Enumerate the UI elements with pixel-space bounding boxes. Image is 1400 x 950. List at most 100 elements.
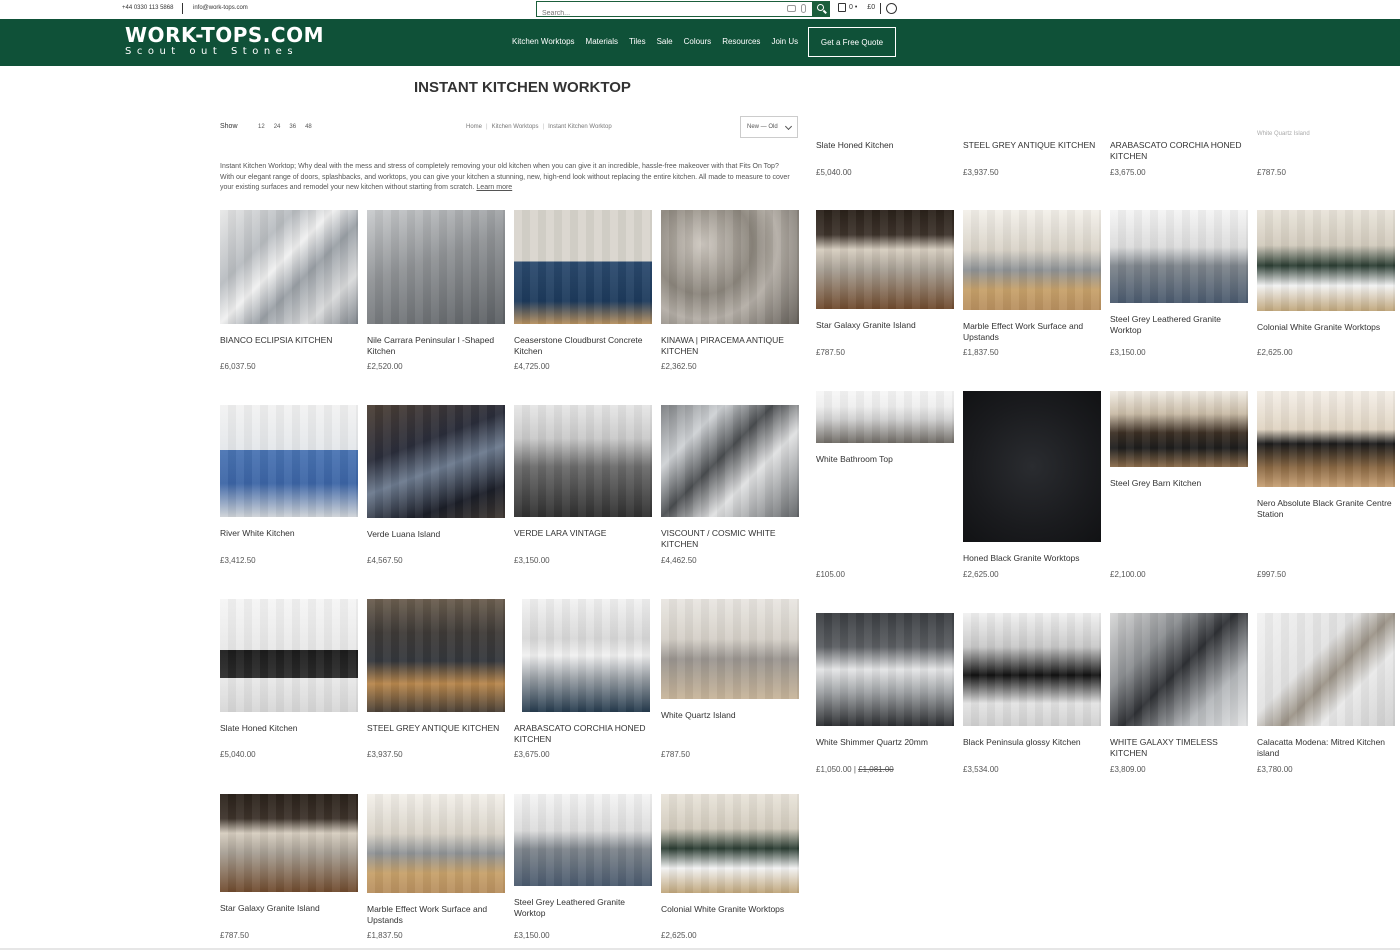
product-card[interactable]: Nile Carrara Peninsular l -Shaped Kitche…: [367, 210, 505, 371]
nav-join-us[interactable]: Join Us: [771, 37, 798, 46]
product-name[interactable]: Black Peninsula glossy Kitchen: [963, 737, 1101, 748]
product-name[interactable]: White Bathroom Top: [816, 454, 954, 465]
product-image[interactable]: [963, 613, 1101, 726]
product-image[interactable]: [661, 405, 799, 517]
product-name[interactable]: Slate Honed Kitchen: [220, 723, 358, 734]
product-image[interactable]: [514, 210, 652, 324]
email-link[interactable]: info@work-tops.com: [193, 5, 248, 11]
product-name[interactable]: STEEL GREY ANTIQUE KITCHEN: [963, 140, 1101, 151]
product-image[interactable]: [220, 599, 358, 712]
product-card[interactable]: KINAWA | PIRACEMA ANTIQUE KITCHEN £2,362…: [661, 210, 799, 371]
product-image[interactable]: [661, 794, 799, 893]
product-card[interactable]: Honed Black Granite Worktops £2,625.00: [963, 391, 1101, 579]
product-name[interactable]: Honed Black Granite Worktops: [963, 553, 1101, 564]
product-name[interactable]: Nero Absolute Black Granite Centre Stati…: [1257, 498, 1395, 520]
product-image[interactable]: [963, 210, 1101, 310]
product-image[interactable]: [661, 210, 799, 324]
product-card[interactable]: Star Galaxy Granite Island £787.50: [220, 794, 358, 940]
product-name[interactable]: White Quartz Island: [661, 710, 799, 721]
product-image[interactable]: [816, 210, 954, 309]
product-image[interactable]: [522, 599, 650, 712]
product-image[interactable]: [367, 794, 505, 893]
learn-more-link[interactable]: Learn more: [476, 184, 512, 191]
site-logo[interactable]: WORK-TOPS.COM Scout out Stones: [125, 23, 324, 57]
nav-sale[interactable]: Sale: [657, 37, 673, 46]
product-card[interactable]: Black Peninsula glossy Kitchen £3,534.00: [963, 613, 1101, 774]
product-image[interactable]: [963, 391, 1101, 542]
product-image[interactable]: [1110, 613, 1248, 726]
product-image[interactable]: [367, 599, 505, 712]
product-card[interactable]: River White Kitchen £3,412.50: [220, 405, 358, 565]
product-name[interactable]: White Quartz Island: [1257, 129, 1395, 140]
product-card[interactable]: Slate Honed Kitchen £5,040.00: [816, 129, 954, 177]
product-name[interactable]: BIANCO ECLIPSIA KITCHEN: [220, 335, 358, 346]
product-card[interactable]: BIANCO ECLIPSIA KITCHEN £6,037.50: [220, 210, 358, 371]
page-size-36[interactable]: 36: [289, 124, 296, 130]
nav-tiles[interactable]: Tiles: [629, 37, 646, 46]
product-card[interactable]: White Quartz Island £787.50: [661, 599, 799, 759]
product-image[interactable]: [514, 405, 652, 517]
product-card[interactable]: White Quartz Island £787.50: [1257, 118, 1395, 177]
product-name[interactable]: Marble Effect Work Surface and Upstands: [367, 904, 505, 926]
nav-materials[interactable]: Materials: [586, 37, 618, 46]
camera-icon[interactable]: [787, 5, 796, 12]
product-image[interactable]: [220, 794, 358, 892]
product-name[interactable]: Slate Honed Kitchen: [816, 140, 954, 151]
product-image[interactable]: [816, 613, 954, 726]
product-name[interactable]: ARABASCATO CORCHIA HONED KITCHEN: [514, 723, 652, 745]
product-image[interactable]: [220, 210, 358, 324]
product-name[interactable]: Calacatta Modena: Mitred Kitchen island: [1257, 737, 1395, 759]
product-name[interactable]: KINAWA | PIRACEMA ANTIQUE KITCHEN: [661, 335, 799, 357]
product-card[interactable]: VERDE LARA VINTAGE £3,150.00: [514, 405, 652, 565]
nav-colours[interactable]: Colours: [684, 37, 712, 46]
product-image[interactable]: [1257, 210, 1395, 311]
product-name[interactable]: STEEL GREY ANTIQUE KITCHEN: [367, 723, 505, 734]
page-size-24[interactable]: 24: [274, 124, 281, 130]
product-name[interactable]: Star Galaxy Granite Island: [220, 903, 358, 914]
product-card[interactable]: STEEL GREY ANTIQUE KITCHEN £3,937.50: [963, 129, 1101, 177]
product-card[interactable]: Steel Grey Barn Kitchen £2,100.00: [1110, 391, 1248, 579]
product-image[interactable]: [1110, 391, 1248, 467]
page-size-12[interactable]: 12: [258, 124, 265, 130]
cart-button[interactable]: 0 • £0: [838, 3, 875, 12]
product-image[interactable]: [514, 794, 652, 886]
product-name[interactable]: Colonial White Granite Worktops: [661, 904, 799, 915]
product-card[interactable]: White Bathroom Top £105.00: [816, 391, 954, 579]
product-card[interactable]: WHITE GALAXY TIMELESS KITCHEN £3,809.00: [1110, 613, 1248, 774]
product-name[interactable]: ARABASCATO CORCHIA HONED KITCHEN: [1110, 140, 1248, 162]
product-card[interactable]: VISCOUNT / COSMIC WHITE KITCHEN £4,462.5…: [661, 405, 799, 565]
product-card[interactable]: Colonial White Granite Worktops £2,625.0…: [661, 794, 799, 940]
product-image[interactable]: [661, 599, 799, 699]
product-name[interactable]: Ceaserstone Cloudburst Concrete Kitchen: [514, 335, 652, 357]
product-name[interactable]: VISCOUNT / COSMIC WHITE KITCHEN: [661, 528, 799, 550]
search-button[interactable]: [813, 1, 830, 17]
product-card[interactable]: Steel Grey Leathered Granite Worktop £3,…: [514, 794, 652, 940]
product-image[interactable]: [367, 210, 505, 324]
product-image[interactable]: [816, 391, 954, 443]
product-name[interactable]: WHITE GALAXY TIMELESS KITCHEN: [1110, 737, 1248, 759]
product-name[interactable]: River White Kitchen: [220, 528, 358, 539]
sort-select[interactable]: New — Old: [740, 116, 798, 138]
product-name[interactable]: White Shimmer Quartz 20mm: [816, 737, 954, 748]
product-card[interactable]: Nero Absolute Black Granite Centre Stati…: [1257, 391, 1395, 579]
product-card[interactable]: Steel Grey Leathered Granite Worktop £3,…: [1110, 210, 1248, 357]
product-card[interactable]: Calacatta Modena: Mitred Kitchen island …: [1257, 613, 1395, 774]
product-card[interactable]: Star Galaxy Granite Island £787.50: [816, 210, 954, 357]
microphone-icon[interactable]: [801, 4, 806, 13]
account-icon[interactable]: [886, 3, 897, 14]
product-name[interactable]: Colonial White Granite Worktops: [1257, 322, 1395, 333]
breadcrumb-kitchen-worktops[interactable]: Kitchen Worktops: [492, 124, 539, 130]
product-card[interactable]: Slate Honed Kitchen £5,040.00: [220, 599, 358, 759]
page-size-48[interactable]: 48: [305, 124, 312, 130]
product-image[interactable]: [1257, 613, 1395, 726]
product-name[interactable]: Verde Luana Island: [367, 529, 505, 540]
product-card[interactable]: Ceaserstone Cloudburst Concrete Kitchen …: [514, 210, 652, 371]
product-name[interactable]: VERDE LARA VINTAGE: [514, 528, 652, 539]
product-card[interactable]: White Shimmer Quartz 20mm £1,050.00 | £1…: [816, 613, 954, 774]
product-card[interactable]: Verde Luana Island £4,567.50: [367, 405, 505, 565]
product-card[interactable]: Colonial White Granite Worktops £2,625.0…: [1257, 210, 1395, 357]
product-image[interactable]: [220, 405, 358, 517]
product-name[interactable]: Steel Grey Leathered Granite Worktop: [514, 897, 652, 919]
breadcrumb-home[interactable]: Home: [466, 124, 482, 130]
product-name[interactable]: Marble Effect Work Surface and Upstands: [963, 321, 1101, 343]
